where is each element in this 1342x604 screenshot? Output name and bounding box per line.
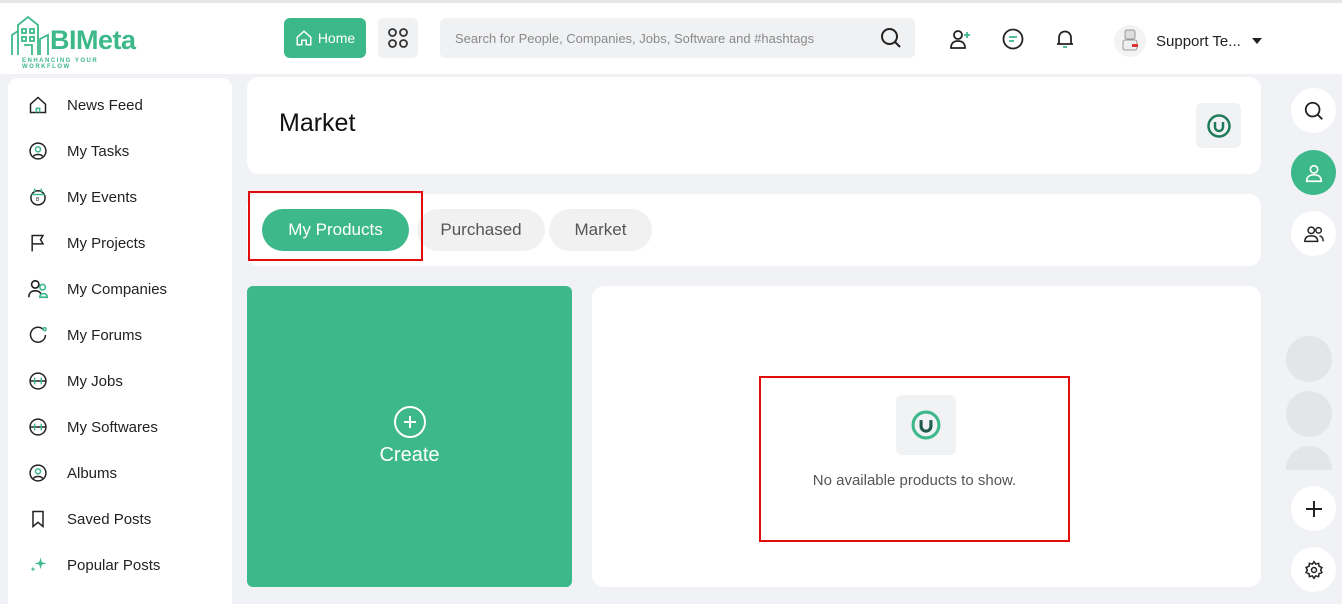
search-icon bbox=[1304, 101, 1323, 120]
sidebar-item-label: My Softwares bbox=[67, 418, 158, 436]
brand-tagline: ENHANCING YOUR WORKFLOW bbox=[22, 58, 99, 70]
sidebar-item-my-forums[interactable]: My Forums bbox=[8, 312, 232, 358]
sidebar-item-label: Albums bbox=[67, 464, 118, 482]
rail-placeholder bbox=[1286, 336, 1332, 382]
sidebar-item-albums[interactable]: Albums bbox=[8, 450, 232, 496]
home-button[interactable]: Home bbox=[284, 18, 366, 58]
search-input[interactable] bbox=[440, 18, 860, 58]
sidebar-item-saved-posts[interactable]: Saved Posts bbox=[8, 496, 232, 542]
sidebar-item-label: My Tasks bbox=[67, 142, 130, 160]
user-menu[interactable]: Support Te... bbox=[1114, 25, 1262, 57]
rail-placeholder bbox=[1286, 391, 1332, 437]
market-power-icon bbox=[911, 410, 941, 440]
market-badge bbox=[1196, 103, 1241, 148]
sidebar-item-news-feed[interactable]: News Feed bbox=[8, 82, 232, 128]
chevron-down-icon[interactable] bbox=[1252, 38, 1262, 44]
users-icon bbox=[1303, 225, 1324, 242]
sidebar-item-label: Saved Posts bbox=[67, 510, 152, 528]
sidebar-item-label: My Jobs bbox=[67, 372, 123, 390]
search-bar bbox=[440, 18, 915, 58]
tab-market[interactable]: Market bbox=[549, 209, 652, 251]
sidebar-item-my-tasks[interactable]: My Tasks bbox=[8, 128, 232, 174]
gear-icon bbox=[1304, 559, 1323, 580]
sidebar-item-label: My Forums bbox=[67, 326, 142, 344]
sidebar-item-label: News Feed bbox=[67, 96, 143, 114]
forum-icon bbox=[26, 323, 50, 347]
notification-bell-icon[interactable] bbox=[1053, 27, 1077, 51]
sidebar-item-my-jobs[interactable]: My Jobs bbox=[8, 358, 232, 404]
rail-settings-button[interactable] bbox=[1291, 547, 1336, 592]
rail-profile-button[interactable] bbox=[1291, 150, 1336, 195]
tab-label: Purchased bbox=[440, 220, 522, 239]
chat-icon[interactable] bbox=[1001, 27, 1025, 51]
avatar bbox=[1114, 25, 1146, 57]
search-icon[interactable] bbox=[879, 26, 903, 50]
jobs-icon bbox=[26, 369, 50, 393]
sidebar-item-my-companies[interactable]: My Companies bbox=[8, 266, 232, 312]
sidebar-item-label: My Companies bbox=[67, 280, 168, 298]
sidebar-item-label: Popular Posts bbox=[67, 556, 161, 574]
empty-state-message: No available products to show. bbox=[812, 472, 1017, 489]
sparkle-icon bbox=[26, 553, 50, 577]
add-friend-icon[interactable] bbox=[948, 27, 972, 51]
sidebar-item-my-softwares[interactable]: My Softwares bbox=[8, 404, 232, 450]
sidebar-item-label: My Projects bbox=[67, 234, 146, 252]
calendar-icon: 8 bbox=[26, 185, 50, 209]
logo-building-icon bbox=[11, 15, 49, 55]
flag-icon bbox=[26, 231, 50, 255]
rail-add-button[interactable] bbox=[1291, 486, 1336, 531]
bookmark-icon bbox=[26, 507, 50, 531]
top-bar: BIMeta ENHANCING YOUR WORKFLOW Home Supp… bbox=[0, 0, 1342, 74]
rail-placeholder bbox=[1286, 446, 1332, 470]
create-label: Create bbox=[379, 444, 440, 466]
plus-icon bbox=[393, 406, 426, 438]
home-button-label: Home bbox=[317, 30, 356, 46]
highlight-box bbox=[248, 191, 423, 261]
svg-text:8: 8 bbox=[36, 197, 39, 203]
rail-groups-button[interactable] bbox=[1291, 211, 1336, 256]
sidebar-item-label: My Events bbox=[67, 188, 138, 206]
tab-label: Market bbox=[574, 220, 627, 239]
apps-grid-icon bbox=[388, 28, 408, 48]
sidebar-item-popular-posts[interactable]: Popular Posts bbox=[8, 542, 232, 588]
apps-button[interactable] bbox=[378, 18, 418, 58]
empty-state-badge bbox=[896, 395, 956, 455]
tasks-icon bbox=[26, 139, 50, 163]
page-title: Market bbox=[279, 109, 356, 137]
home-icon bbox=[296, 30, 312, 46]
plus-icon bbox=[1305, 500, 1322, 517]
software-icon bbox=[26, 415, 50, 439]
create-product-button[interactable]: Create bbox=[247, 286, 572, 587]
brand-name: BIMeta bbox=[50, 25, 136, 55]
robot-avatar-icon bbox=[1122, 29, 1138, 51]
sidebar-item-my-projects[interactable]: My Projects bbox=[8, 220, 232, 266]
market-power-icon bbox=[1206, 113, 1231, 138]
user-icon bbox=[1305, 164, 1322, 182]
album-icon bbox=[26, 461, 50, 485]
home-icon bbox=[26, 93, 50, 117]
rail-search-button[interactable] bbox=[1291, 88, 1336, 133]
sidebar: News Feed My Tasks 8 My Events My Projec… bbox=[8, 78, 232, 604]
sidebar-item-my-events[interactable]: 8 My Events bbox=[8, 174, 232, 220]
tab-purchased[interactable]: Purchased bbox=[417, 209, 545, 251]
market-header-card: Market bbox=[247, 77, 1261, 174]
user-name: Support Te... bbox=[1156, 32, 1241, 50]
companies-icon bbox=[26, 277, 50, 301]
brand-logo[interactable]: BIMeta ENHANCING YOUR WORKFLOW bbox=[10, 15, 150, 70]
